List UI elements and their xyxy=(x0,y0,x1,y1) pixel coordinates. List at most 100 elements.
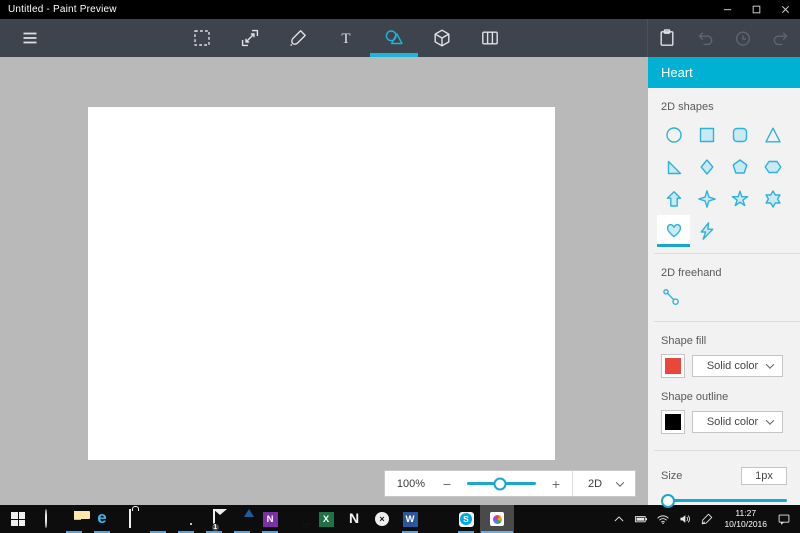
pen-icon[interactable] xyxy=(696,505,718,533)
taskbar-store-icon[interactable] xyxy=(116,505,144,533)
tool-text[interactable]: T xyxy=(322,19,370,57)
size-value[interactable]: 1px xyxy=(741,467,787,485)
taskbar-edge-icon[interactable]: e xyxy=(88,505,116,533)
tool-shapes[interactable] xyxy=(370,19,418,57)
taskbar-spotify-icon[interactable] xyxy=(284,505,312,533)
redo-button[interactable] xyxy=(762,19,800,57)
menu-button[interactable] xyxy=(8,19,52,57)
taskbar-xbox-icon[interactable]: × xyxy=(368,505,396,533)
history-button[interactable] xyxy=(724,19,762,57)
tool-select[interactable] xyxy=(178,19,226,57)
section-divider xyxy=(654,321,800,322)
size-slider-thumb[interactable] xyxy=(661,494,675,508)
shape-outline-style-dropdown[interactable]: Solid color xyxy=(692,411,783,433)
size-slider[interactable] xyxy=(661,499,787,502)
shape-fill-color-swatch[interactable] xyxy=(661,354,685,378)
taskbar-clock[interactable]: 11:27 10/10/2016 xyxy=(724,508,767,530)
shape-diamond[interactable] xyxy=(690,151,723,183)
shape-four-point-star[interactable] xyxy=(690,183,723,215)
taskbar-photos-icon[interactable] xyxy=(228,505,256,533)
title-bar: Untitled - Paint Preview xyxy=(0,0,800,19)
fill-style-value: Solid color xyxy=(707,360,758,372)
tool-brush[interactable] xyxy=(274,19,322,57)
undo-button[interactable] xyxy=(686,19,724,57)
taskbar-mail-icon[interactable]: 1 xyxy=(200,505,228,533)
outline-section-label: Shape outline xyxy=(661,391,800,403)
system-tray: 11:27 10/10/2016 xyxy=(608,505,800,533)
shape-arrow[interactable] xyxy=(657,183,690,215)
fill-section-label: Shape fill xyxy=(661,335,800,347)
notification-badge: 1 xyxy=(211,523,221,533)
shape-circle[interactable] xyxy=(657,119,690,151)
shapes-panel: Heart 2D shapes 2D freehand Shape fill S… xyxy=(648,57,800,505)
volume-icon[interactable] xyxy=(674,505,696,533)
view-mode-value[interactable]: 2D xyxy=(575,478,615,490)
chevron-down-icon[interactable] xyxy=(616,478,624,486)
action-center-icon[interactable] xyxy=(773,505,795,533)
zoom-slider-thumb[interactable] xyxy=(494,477,507,490)
shape-fill-style-dropdown[interactable]: Solid color xyxy=(692,355,783,377)
minimize-button[interactable] xyxy=(713,0,742,19)
taskbar-excel-icon[interactable]: X xyxy=(312,505,340,533)
main-area: 100% − + 2D Heart 2D shapes 2D freehand … xyxy=(0,57,800,505)
shape-hexagon[interactable] xyxy=(756,151,789,183)
zoom-in-button[interactable]: + xyxy=(546,477,566,491)
taskbar-cortana-icon[interactable] xyxy=(32,505,60,533)
freehand-section-label: 2D freehand xyxy=(661,267,800,279)
shape-right-triangle[interactable] xyxy=(657,151,690,183)
window-controls xyxy=(713,0,800,19)
shape-rounded-square[interactable] xyxy=(723,119,756,151)
zoom-bar-divider xyxy=(572,471,573,496)
taskbar-blue-app-icon[interactable] xyxy=(172,505,200,533)
size-section-label: Size xyxy=(661,470,682,482)
window-title: Untitled - Paint Preview xyxy=(0,4,117,15)
battery-icon[interactable] xyxy=(630,505,652,533)
chevron-down-icon xyxy=(766,360,774,368)
taskbar: e1NXN×WS 11:27 10/10/2016 xyxy=(0,505,800,533)
zoom-level: 100% xyxy=(385,478,437,490)
shape-outline-color-swatch[interactable] xyxy=(661,410,685,434)
clock-date: 10/10/2016 xyxy=(724,519,767,530)
section-divider xyxy=(654,450,800,451)
taskbar-file-explorer-icon[interactable] xyxy=(60,505,88,533)
tool-crop[interactable] xyxy=(226,19,274,57)
taskbar-netflix-icon[interactable]: N xyxy=(340,505,368,533)
maximize-button[interactable] xyxy=(742,0,771,19)
outline-style-value: Solid color xyxy=(707,416,758,428)
shape-grid xyxy=(657,119,800,247)
shape-pentagon[interactable] xyxy=(723,151,756,183)
shapes-section-label: 2D shapes xyxy=(661,101,800,113)
tool-canvas[interactable] xyxy=(466,19,514,57)
panel-title: Heart xyxy=(648,57,800,88)
close-button[interactable] xyxy=(771,0,800,19)
shape-five-point-star[interactable] xyxy=(723,183,756,215)
wifi-icon[interactable] xyxy=(652,505,674,533)
taskbar-start-icon[interactable] xyxy=(4,505,32,533)
history-tool-group xyxy=(647,19,800,57)
app-toolbar: T xyxy=(0,19,800,57)
tool-group: T xyxy=(178,19,514,57)
tool-3d[interactable] xyxy=(418,19,466,57)
zoom-bar: 100% − + 2D xyxy=(384,470,636,497)
taskbar-chrome-icon[interactable] xyxy=(144,505,172,533)
paste-button[interactable] xyxy=(648,19,686,57)
zoom-slider[interactable] xyxy=(467,482,536,485)
shape-lightning[interactable] xyxy=(690,215,723,247)
freehand-line-tool[interactable] xyxy=(661,287,685,309)
paint-preview-window: Untitled - Paint Preview T 100% − + 2D xyxy=(0,0,800,533)
taskbar-game-icon[interactable] xyxy=(424,505,452,533)
shape-square[interactable] xyxy=(690,119,723,151)
shape-triangle[interactable] xyxy=(756,119,789,151)
taskbar-onenote-icon[interactable]: N xyxy=(256,505,284,533)
taskbar-skype-icon[interactable]: S xyxy=(452,505,480,533)
drawing-canvas[interactable] xyxy=(88,107,555,460)
shape-heart[interactable] xyxy=(657,215,690,247)
clock-time: 11:27 xyxy=(724,508,767,519)
shape-six-point-star[interactable] xyxy=(756,183,789,215)
svg-text:T: T xyxy=(341,31,350,47)
taskbar-paint-icon[interactable] xyxy=(480,505,514,533)
chevron-up-icon[interactable] xyxy=(608,505,630,533)
taskbar-word-icon[interactable]: W xyxy=(396,505,424,533)
zoom-out-button[interactable]: − xyxy=(437,477,457,491)
chevron-down-icon xyxy=(766,416,774,424)
